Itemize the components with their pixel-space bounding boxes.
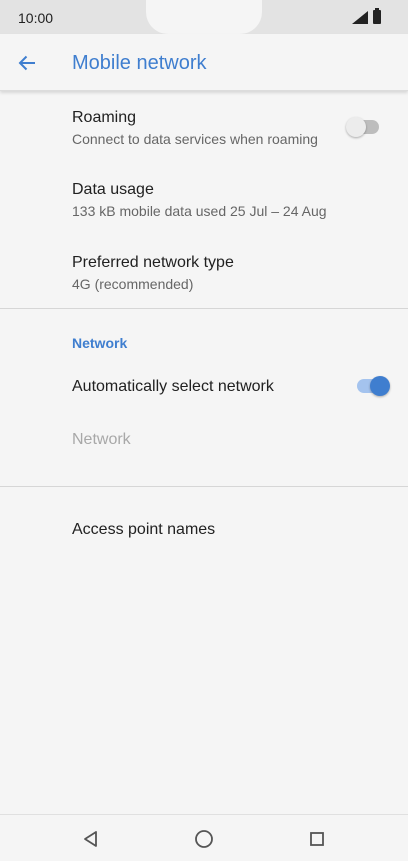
auto-select-network-title: Automatically select network bbox=[72, 378, 274, 395]
page-title: Mobile network bbox=[72, 52, 207, 74]
network-section-header: Network bbox=[72, 335, 128, 351]
status-icons bbox=[352, 8, 392, 24]
auto-select-network-toggle[interactable] bbox=[354, 376, 390, 396]
roaming-toggle[interactable] bbox=[346, 117, 382, 137]
data-usage-setting[interactable]: Data usage 133 kB mobile data used 25 Ju… bbox=[0, 172, 408, 230]
home-circle-icon bbox=[195, 830, 213, 848]
toggle-thumb bbox=[346, 117, 366, 137]
status-bar: 10:00 bbox=[0, 0, 408, 34]
roaming-setting[interactable]: Roaming Connect to data services when ro… bbox=[0, 100, 408, 158]
back-button[interactable] bbox=[10, 46, 44, 80]
auto-select-network-setting[interactable]: Automatically select network bbox=[0, 364, 408, 410]
battery-icon bbox=[373, 8, 381, 24]
preferred-network-setting[interactable]: Preferred network type 4G (recommended) bbox=[0, 245, 408, 303]
preferred-network-summary: 4G (recommended) bbox=[72, 276, 194, 292]
divider bbox=[0, 486, 408, 487]
data-usage-summary: 133 kB mobile data used 25 Jul – 24 Aug bbox=[72, 203, 327, 219]
nav-back-button[interactable] bbox=[75, 823, 107, 855]
signal-icon bbox=[352, 11, 368, 24]
recents-square-icon bbox=[310, 832, 324, 846]
access-point-names-setting[interactable]: Access point names bbox=[0, 508, 408, 552]
roaming-title: Roaming bbox=[72, 109, 137, 126]
status-time: 10:00 bbox=[18, 10, 54, 26]
nav-home-button[interactable] bbox=[188, 823, 220, 855]
camera-notch bbox=[146, 0, 262, 34]
divider bbox=[0, 308, 408, 309]
back-triangle-icon bbox=[84, 831, 97, 847]
toggle-thumb bbox=[370, 376, 390, 396]
data-usage-title: Data usage bbox=[72, 181, 154, 198]
arrow-back-icon bbox=[18, 55, 35, 71]
preferred-network-title: Preferred network type bbox=[72, 254, 234, 271]
roaming-summary: Connect to data services when roaming bbox=[72, 131, 318, 147]
access-point-names-title: Access point names bbox=[72, 521, 216, 538]
navigation-bar bbox=[0, 814, 408, 861]
app-bar: Mobile network bbox=[0, 34, 408, 91]
nav-recents-button[interactable] bbox=[301, 823, 333, 855]
network-setting: Network bbox=[0, 418, 408, 462]
network-title: Network bbox=[72, 431, 131, 448]
